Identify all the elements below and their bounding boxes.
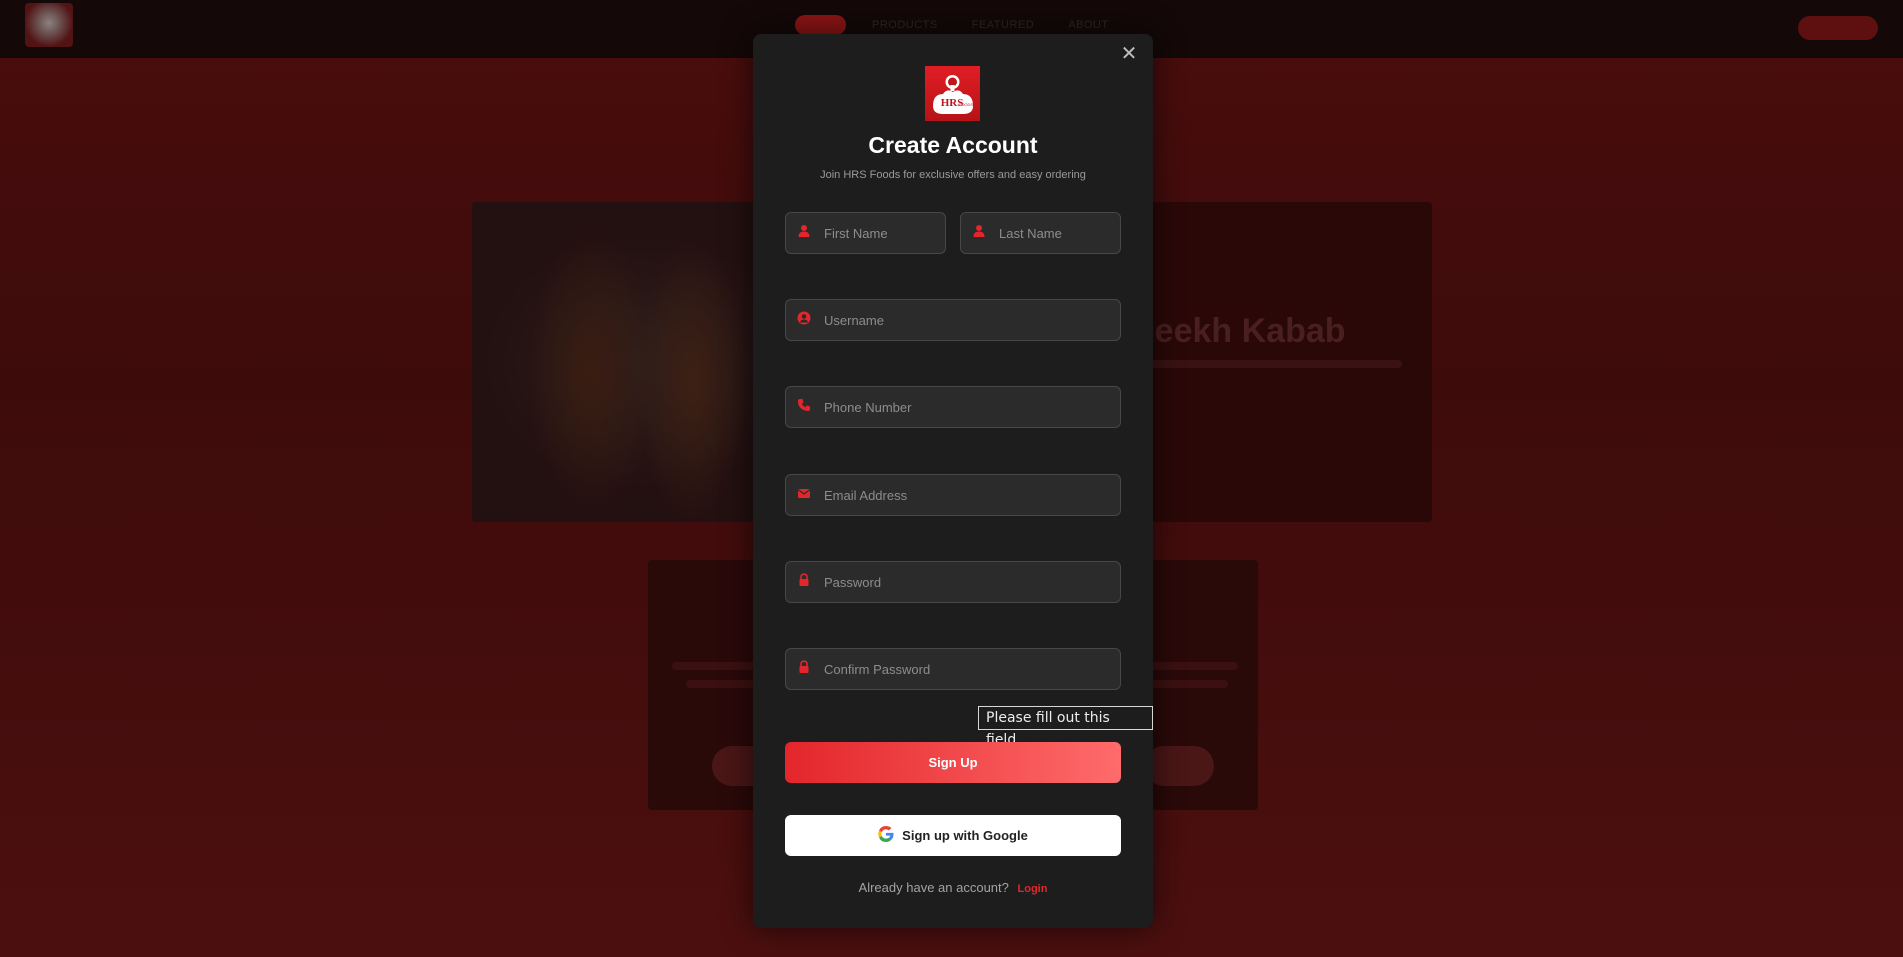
login-link[interactable]: Login xyxy=(1018,883,1048,895)
modal-title: Create Account xyxy=(868,132,1038,158)
confirm-password-input[interactable] xyxy=(824,649,1112,689)
nav-item-products[interactable]: PRODUCTS xyxy=(864,15,946,35)
email-field[interactable] xyxy=(785,474,1121,516)
hrs-foods-logo: HRS FOODS xyxy=(925,66,980,121)
password-input[interactable] xyxy=(824,562,1112,602)
nav-item-featured[interactable]: FEATURED xyxy=(964,15,1042,35)
password-field[interactable] xyxy=(785,561,1121,603)
phone-input[interactable] xyxy=(824,387,1112,427)
login-prompt: Already have an account? Login xyxy=(753,880,1153,895)
svg-text:FOODS: FOODS xyxy=(959,102,974,107)
close-icon[interactable]: ✕ xyxy=(1117,42,1141,66)
envelope-icon xyxy=(797,486,811,500)
top-account-button[interactable] xyxy=(1798,16,1878,40)
brand-logo[interactable] xyxy=(25,3,73,47)
phone-icon xyxy=(797,398,811,412)
lock-icon xyxy=(797,660,811,674)
google-icon xyxy=(878,826,894,845)
first-name-field[interactable] xyxy=(785,212,946,254)
username-input[interactable] xyxy=(824,300,1112,340)
nav-item-about[interactable]: ABOUT xyxy=(1060,15,1116,35)
modal-subtitle: Join HRS Foods for exclusive offers and … xyxy=(820,169,1086,181)
hero-description xyxy=(1132,360,1402,368)
lock-icon xyxy=(797,573,811,587)
first-name-input[interactable] xyxy=(824,213,937,253)
nav-menu: HOME PRODUCTS FEATURED ABOUT xyxy=(795,15,1117,35)
google-button-label: Sign up with Google xyxy=(902,828,1028,843)
google-signup-button[interactable]: Sign up with Google xyxy=(785,815,1121,856)
nav-item-home[interactable]: HOME xyxy=(795,15,846,35)
confirm-password-field[interactable] xyxy=(785,648,1121,690)
login-prompt-text: Already have an account? xyxy=(858,880,1009,895)
phone-field[interactable] xyxy=(785,386,1121,428)
validation-tooltip: Please fill out this field. xyxy=(978,706,1153,748)
signup-modal: ✕ HRS FOODS Create Account Join HRS Food… xyxy=(753,34,1153,928)
username-field[interactable] xyxy=(785,299,1121,341)
hero-title: Seekh Kabab xyxy=(1132,312,1346,350)
user-icon xyxy=(972,224,986,238)
email-input[interactable] xyxy=(824,475,1112,515)
feature-button[interactable] xyxy=(1144,746,1214,786)
sign-up-button[interactable]: Sign Up xyxy=(785,742,1121,783)
last-name-input[interactable] xyxy=(999,213,1112,253)
last-name-field[interactable] xyxy=(960,212,1121,254)
user-circle-icon xyxy=(797,311,811,325)
user-icon xyxy=(797,224,811,238)
